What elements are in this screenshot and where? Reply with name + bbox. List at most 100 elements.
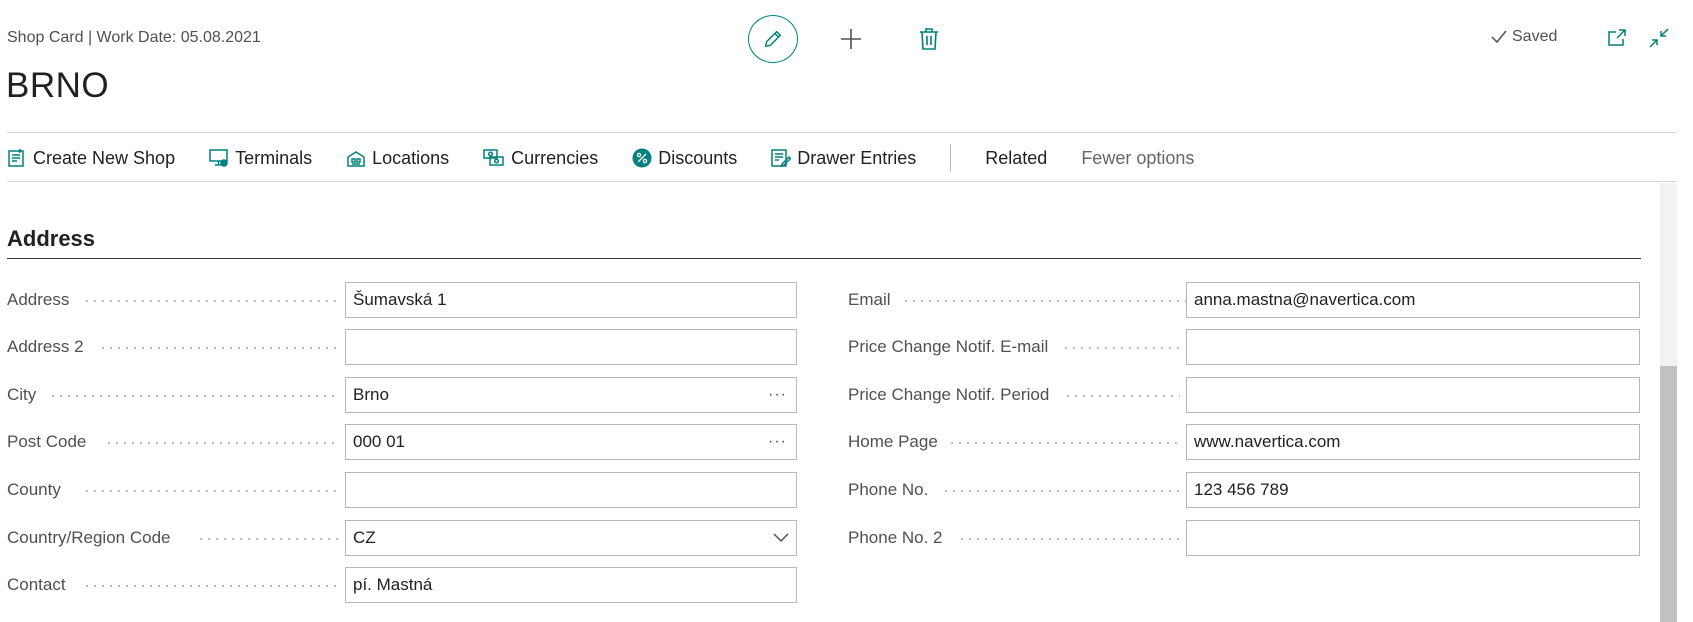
city-input[interactable]: Brno ··· [345, 377, 797, 413]
page-caption: Shop Card | Work Date: 05.08.2021 [7, 29, 261, 46]
label-leader [83, 585, 339, 587]
new-button[interactable] [837, 25, 865, 53]
currencies-icon [483, 149, 504, 166]
locations-icon [347, 151, 365, 167]
header-divider [7, 132, 1677, 133]
action-fewer-options[interactable]: Fewer options [1081, 148, 1194, 169]
field-value: CZ [353, 528, 376, 547]
label-leader [942, 490, 1180, 492]
saved-status: Saved [1490, 28, 1557, 46]
phone-no-input[interactable]: 123 456 789 [1186, 472, 1640, 508]
field-country-region-code: Country/Region Code CZ [7, 520, 797, 556]
label-leader [1062, 347, 1180, 349]
action-discounts[interactable]: Discounts [632, 148, 737, 169]
section-title-address: Address [7, 226, 96, 251]
address-input[interactable]: Šumavská 1 [345, 282, 797, 318]
open-new-window-button[interactable] [1605, 26, 1629, 50]
chevron-down-icon [773, 533, 789, 543]
collapse-icon [1649, 28, 1669, 48]
price-change-notif-email-input[interactable] [1186, 329, 1640, 365]
label-leader [902, 300, 1234, 302]
field-home-page: Home Page www.navertica.com [848, 424, 1640, 460]
field-label: City [7, 385, 37, 404]
field-value: Šumavská 1 [353, 290, 447, 309]
phone-no-2-input[interactable] [1186, 520, 1640, 556]
field-value: 123 456 789 [1194, 480, 1289, 499]
field-label: Country/Region Code [7, 528, 171, 547]
action-drawer-entries[interactable]: Drawer Entries [771, 148, 916, 169]
field-value: Brno [353, 385, 389, 404]
field-email: Email anna.mastna@navertica.com [848, 282, 1640, 318]
address-2-input[interactable] [345, 329, 797, 365]
scrollbar-thumb[interactable] [1660, 366, 1677, 622]
field-label: Price Change Notif. E-mail [848, 337, 1049, 356]
edit-button[interactable] [748, 15, 798, 63]
action-label: Related [985, 147, 1048, 168]
field-price-change-notif-email: Price Change Notif. E-mail [848, 329, 1640, 365]
add-icon [841, 29, 861, 49]
action-related[interactable]: Related [985, 148, 1047, 169]
field-county: County [7, 472, 797, 508]
field-value: www.navertica.com [1194, 432, 1341, 451]
field-address: Address Šumavská 1 [7, 282, 797, 318]
field-label: Address 2 [7, 337, 84, 356]
post-code-input[interactable]: 000 01 ··· [345, 424, 797, 460]
action-label: Terminals [235, 147, 313, 168]
field-price-change-notif-period: Price Change Notif. Period [848, 377, 1640, 413]
assist-edit-button[interactable]: ··· [768, 386, 789, 404]
page-title: BRNO [6, 66, 110, 105]
county-input[interactable] [345, 472, 797, 508]
page-header: Shop Card | Work Date: 05.08.2021 BRNO S… [0, 0, 1693, 130]
new-shop-icon [8, 149, 24, 167]
label-leader [197, 538, 339, 540]
label-leader [49, 395, 339, 397]
field-contact: Contact pí. Mastná [7, 567, 797, 603]
contact-input[interactable]: pí. Mastná [345, 567, 797, 603]
label-leader [105, 442, 339, 444]
discount-icon [632, 148, 652, 168]
field-phone-no-2: Phone No. 2 [848, 520, 1640, 556]
open-new-window-icon [1608, 29, 1626, 46]
action-label: Create New Shop [33, 147, 176, 168]
field-label: Phone No. 2 [848, 528, 943, 547]
action-bar-divider [950, 144, 952, 172]
action-terminals[interactable]: Terminals [209, 148, 312, 169]
field-value: pí. Mastná [353, 575, 433, 594]
action-label: Discounts [658, 147, 738, 168]
action-currencies[interactable]: Currencies [483, 148, 598, 169]
email-input[interactable]: anna.mastna@navertica.com [1186, 282, 1640, 318]
label-leader [83, 300, 339, 302]
saved-label: Saved [1512, 28, 1558, 45]
assist-edit-button[interactable]: ··· [768, 433, 789, 451]
price-change-notif-period-input[interactable] [1186, 377, 1640, 413]
country-region-code-select[interactable]: CZ [345, 520, 797, 556]
label-leader [958, 538, 1180, 540]
field-label: County [7, 480, 61, 499]
field-label: Email [848, 290, 891, 309]
action-label: Fewer options [1081, 147, 1195, 168]
action-locations[interactable]: Locations [346, 148, 449, 169]
check-icon [1491, 30, 1507, 44]
terminal-icon [209, 149, 228, 167]
field-label: Phone No. [848, 480, 929, 499]
field-label: Address [7, 290, 70, 309]
field-label: Post Code [7, 432, 87, 451]
field-label: Home Page [848, 432, 938, 451]
label-leader [83, 490, 339, 492]
field-phone-no: Phone No. 123 456 789 [848, 472, 1640, 508]
field-post-code: Post Code 000 01 ··· [7, 424, 797, 460]
delete-icon [920, 28, 938, 50]
home-page-input[interactable]: www.navertica.com [1186, 424, 1640, 460]
delete-button[interactable] [916, 25, 942, 53]
field-city: City Brno ··· [7, 377, 797, 413]
collapse-button[interactable] [1647, 26, 1671, 50]
edit-icon [764, 30, 782, 48]
drawer-entries-icon [771, 149, 792, 168]
section-underline [7, 258, 1641, 259]
field-value: 000 01 [353, 432, 405, 451]
field-label: Contact [7, 575, 66, 594]
action-bar-bottom-divider [7, 181, 1677, 182]
label-leader [1064, 395, 1180, 397]
action-create-new-shop[interactable]: Create New Shop [7, 148, 175, 169]
field-address-2: Address 2 [7, 329, 797, 365]
